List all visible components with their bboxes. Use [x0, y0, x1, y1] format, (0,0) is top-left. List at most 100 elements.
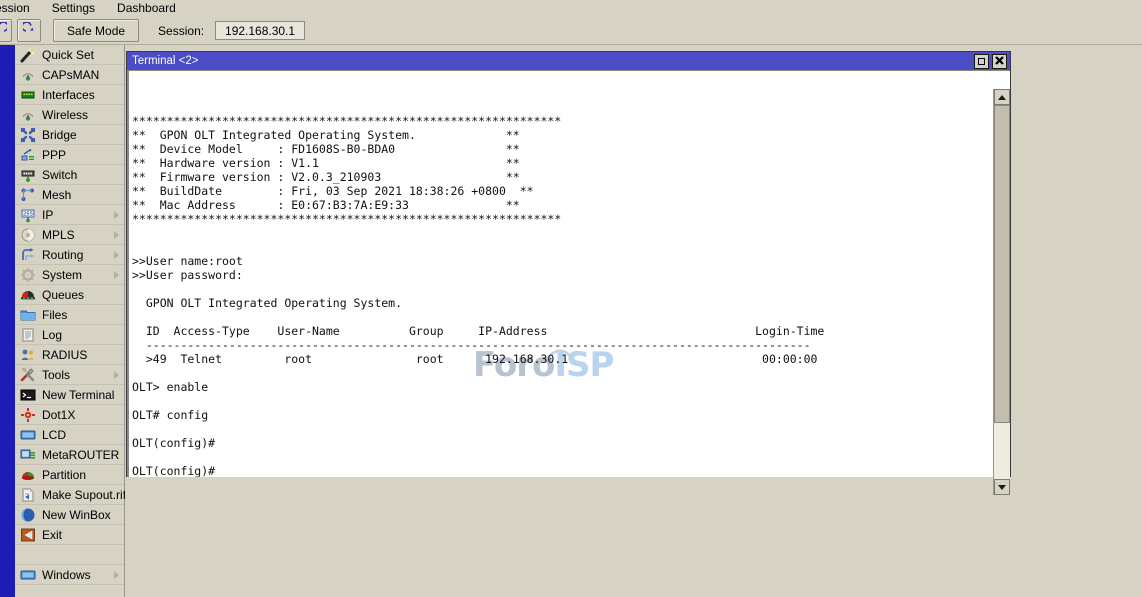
sidebar-item-label: Partition: [42, 468, 86, 482]
winbox-window: ession Settings Dashboard Safe Mode Sess…: [0, 0, 1142, 597]
sidebar-item-metarouter[interactable]: MetaROUTER: [15, 445, 124, 465]
sidebar-item-label: MetaROUTER: [42, 448, 119, 462]
mpls-icon: [20, 227, 36, 243]
sidebar-item-make-supout-rif[interactable]: Make Supout.rif: [15, 485, 124, 505]
sidebar-item-label: Exit: [42, 528, 62, 542]
safe-mode-button[interactable]: Safe Mode: [53, 19, 139, 42]
terminal-output-pane[interactable]: ForoISP ********************************…: [127, 71, 993, 477]
sidebar-item-label: Switch: [42, 168, 77, 182]
sidebar-item-label: Quick Set: [42, 48, 94, 62]
scroll-thumb[interactable]: [994, 105, 1010, 423]
sidebar-item-windows[interactable]: Windows: [15, 565, 124, 585]
sidebar-item-bridge[interactable]: Bridge: [15, 125, 124, 145]
terminal-table-divider: ----------------------------------------…: [132, 338, 824, 352]
chevron-right-icon: [114, 271, 119, 279]
lcd-icon: [20, 427, 36, 443]
terminal-vertical-scrollbar[interactable]: [993, 89, 1010, 495]
sidebar-item-label: System: [42, 268, 82, 282]
menu-bar: ession Settings Dashboard: [0, 0, 1142, 18]
sidebar-item-lcd[interactable]: LCD: [15, 425, 124, 445]
scroll-down-arrow-icon: [998, 485, 1006, 490]
menu-dashboard[interactable]: Dashboard: [106, 0, 187, 17]
sidebar-item-capsman[interactable]: CAPsMAN: [15, 65, 124, 85]
sidebar-separator: [15, 545, 124, 565]
sidebar-item-label: Routing: [42, 248, 83, 262]
sidebar-item-label: Dot1X: [42, 408, 75, 422]
desktop-area: Terminal <2> ForoISP: [125, 45, 1142, 597]
redo-button[interactable]: [17, 19, 41, 42]
sidebar-item-label: PPP: [42, 148, 66, 162]
sidebar-item-label: Log: [42, 328, 62, 342]
mesh-icon: [20, 187, 36, 203]
sidebar-item-routing[interactable]: Routing: [15, 245, 124, 265]
scroll-down-button[interactable]: [994, 479, 1010, 495]
scroll-up-button[interactable]: [994, 89, 1010, 105]
exit-icon: [20, 527, 36, 543]
sidebar-item-radius[interactable]: RADIUS: [15, 345, 124, 365]
switch-icon: [20, 167, 36, 183]
sidebar-item-tools[interactable]: Tools: [15, 365, 124, 385]
wand-icon: [20, 47, 36, 63]
undo-arrow-icon: [0, 22, 7, 40]
terminal-text: ****************************************…: [132, 72, 824, 477]
sidebar-item-label: Tools: [42, 368, 70, 382]
session-address-field[interactable]: 192.168.30.1: [215, 21, 305, 40]
terminal-config-prompt: OLT(config)#: [132, 436, 824, 450]
interfaces-icon: [20, 87, 36, 103]
sidebar-item-log[interactable]: Log: [15, 325, 124, 345]
scroll-up-arrow-icon: [998, 95, 1006, 100]
terminal-window: Terminal <2> ForoISP: [126, 51, 1011, 477]
ppp-icon: [20, 147, 36, 163]
sidebar-item-interfaces[interactable]: Interfaces: [15, 85, 124, 105]
menu-session[interactable]: ession: [0, 0, 41, 17]
sidebar-item-label: New Terminal: [42, 388, 114, 402]
sidebar-item-partition[interactable]: Partition: [15, 465, 124, 485]
restore-icon: [978, 58, 985, 65]
sidebar-item-queues[interactable]: Queues: [15, 285, 124, 305]
menu-settings[interactable]: Settings: [41, 0, 106, 17]
sidebar-item-label: CAPsMAN: [42, 68, 99, 82]
terminal-last-prompt: OLT(config)#: [132, 464, 824, 477]
sidebar-item-label: MPLS: [42, 228, 75, 242]
radius-users-icon: [20, 347, 36, 363]
terminal-prompts: OLT> enable OLT# config: [132, 366, 824, 436]
close-button[interactable]: [992, 54, 1007, 69]
sidebar-item-dot1x[interactable]: Dot1X: [15, 405, 124, 425]
new-winbox-icon: [20, 507, 36, 523]
sidebar-item-ppp[interactable]: PPP: [15, 145, 124, 165]
partition-icon: [20, 467, 36, 483]
restore-button[interactable]: [974, 54, 989, 69]
terminal-icon: [20, 387, 36, 403]
scroll-track[interactable]: [994, 105, 1010, 479]
sidebar-item-mpls[interactable]: MPLS: [15, 225, 124, 245]
ip-icon: 255: [20, 207, 36, 223]
sidebar-item-mesh[interactable]: Mesh: [15, 185, 124, 205]
sidebar-item-quick-set[interactable]: Quick Set: [15, 45, 124, 65]
terminal-body: ForoISP ********************************…: [127, 70, 1010, 476]
sidebar-item-label: LCD: [42, 428, 66, 442]
sidebar-item-ip[interactable]: 255 IP: [15, 205, 124, 225]
sidebar-item-wireless[interactable]: Wireless: [15, 105, 124, 125]
sidebar-item-new-terminal[interactable]: New Terminal: [15, 385, 124, 405]
sidebar-item-label: Windows: [42, 568, 91, 582]
terminal-blank-line: [132, 450, 824, 464]
sidebar-item-switch[interactable]: Switch: [15, 165, 124, 185]
sidebar-item-files[interactable]: Files: [15, 305, 124, 325]
metarouter-icon: [20, 447, 36, 463]
terminal-title-text: Terminal <2>: [132, 55, 974, 67]
queues-icon: [20, 287, 36, 303]
sidebar-item-new-winbox[interactable]: New WinBox: [15, 505, 124, 525]
sidebar-item-label: RADIUS: [42, 348, 87, 362]
sidebar-item-label: Interfaces: [42, 88, 95, 102]
undo-button[interactable]: [0, 19, 12, 42]
sidebar-item-system[interactable]: System: [15, 265, 124, 285]
sidebar-item-label: IP: [42, 208, 53, 222]
bridge-icon: [20, 127, 36, 143]
terminal-title-bar[interactable]: Terminal <2>: [127, 52, 1010, 70]
sidebar-item-label: Bridge: [42, 128, 77, 142]
sidebar-item-label: Wireless: [42, 108, 88, 122]
chevron-right-icon: [114, 571, 119, 579]
sidebar-item-exit[interactable]: Exit: [15, 525, 124, 545]
sidebar-item-label: Make Supout.rif: [42, 488, 126, 502]
tools-icon: [20, 367, 36, 383]
